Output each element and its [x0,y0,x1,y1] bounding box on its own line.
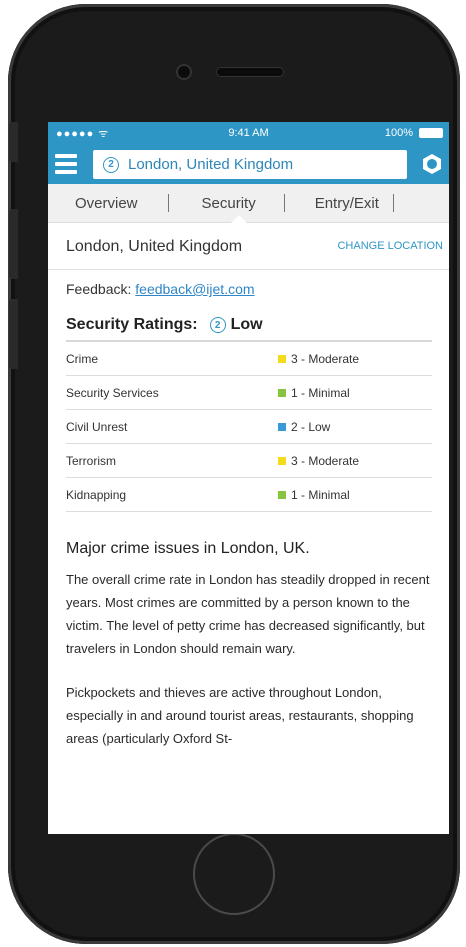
mute-switch [9,122,18,162]
rating-row: Kidnapping 1 - Minimal [66,478,432,512]
rating-category: Security Services [66,385,159,400]
rating-row: Terrorism 3 - Moderate [66,444,432,478]
volume-down-button [9,299,18,369]
rating-category: Civil Unrest [66,419,128,434]
rating-value: 2 - Low [291,419,331,434]
rating-color-square [278,354,286,363]
rating-category: Terrorism [66,453,116,468]
rating-row: Civil Unrest 2 - Low [66,410,432,444]
tab-divider [283,194,285,212]
feedback-line: Feedback: feedback@ijet.com [66,281,431,297]
home-button[interactable] [193,833,275,915]
section-tabs: Overview Security Entry/Exit [48,184,449,223]
tab-security[interactable]: Security [202,195,256,212]
change-location-link[interactable]: CHANGE LOCATION [337,240,443,252]
feedback-email-link[interactable]: feedback@ijet.com [135,281,254,297]
rating-category: Kidnapping [66,487,127,502]
rating-color-square [278,422,286,431]
rating-value: 3 - Moderate [291,453,360,468]
crime-paragraph: The overall crime rate in London has ste… [66,572,430,656]
search-value: London, United Kingdom [128,156,294,173]
security-ratings-heading: Security Ratings: 2 Low [66,316,432,342]
app-screen: ●●●●● ᯤ 9:41 AM 100% 2 London, United Ki… [48,122,449,834]
tab-divider [392,194,394,212]
phone-frame: ●●●●● ᯤ 9:41 AM 100% 2 London, United Ki… [8,4,460,944]
overall-rating: Low [230,316,263,333]
feedback-label: Feedback: [66,281,132,297]
rating-badge-icon: 2 [209,317,226,333]
rating-badge-icon: 2 [103,156,119,173]
rating-color-square [278,490,286,499]
volume-up-button [9,209,18,279]
front-camera [176,64,192,80]
rating-value: 3 - Moderate [291,351,360,366]
ratings-table: Crime 3 - Moderate Security Services 1 -… [66,342,432,512]
status-bar: ●●●●● ᯤ 9:41 AM 100% [48,122,449,144]
crime-paragraph: Pickpockets and thieves are active throu… [66,685,414,746]
rating-category: Crime [66,351,98,366]
rating-row: Security Services 1 - Minimal [66,376,432,410]
rating-row: Crime 3 - Moderate [66,342,432,376]
battery-percent: 100% [384,127,413,139]
app-logo-icon[interactable] [421,153,443,175]
hamburger-menu-icon[interactable] [55,154,77,174]
earpiece-speaker [216,67,284,77]
app-header: 2 London, United Kingdom [48,144,449,184]
location-name: London, United Kingdom [66,238,243,255]
security-ratings-title: Security Ratings: [66,316,198,333]
rating-color-square [278,456,286,465]
tab-overview[interactable]: Overview [75,195,138,212]
location-search-input[interactable]: 2 London, United Kingdom [93,150,407,179]
battery-icon [419,128,443,138]
tab-divider [167,194,169,212]
rating-value: 1 - Minimal [291,487,350,502]
tab-entry-exit[interactable]: Entry/Exit [315,195,379,212]
rating-color-square [278,388,286,397]
active-tab-pointer [231,215,247,223]
crime-section-title: Major crime issues in London, UK. [66,540,310,557]
rating-value: 1 - Minimal [291,385,350,400]
location-row: London, United Kingdom CHANGE LOCATION [48,223,449,270]
security-content: Feedback: feedback@ijet.com Security Rat… [48,281,449,750]
